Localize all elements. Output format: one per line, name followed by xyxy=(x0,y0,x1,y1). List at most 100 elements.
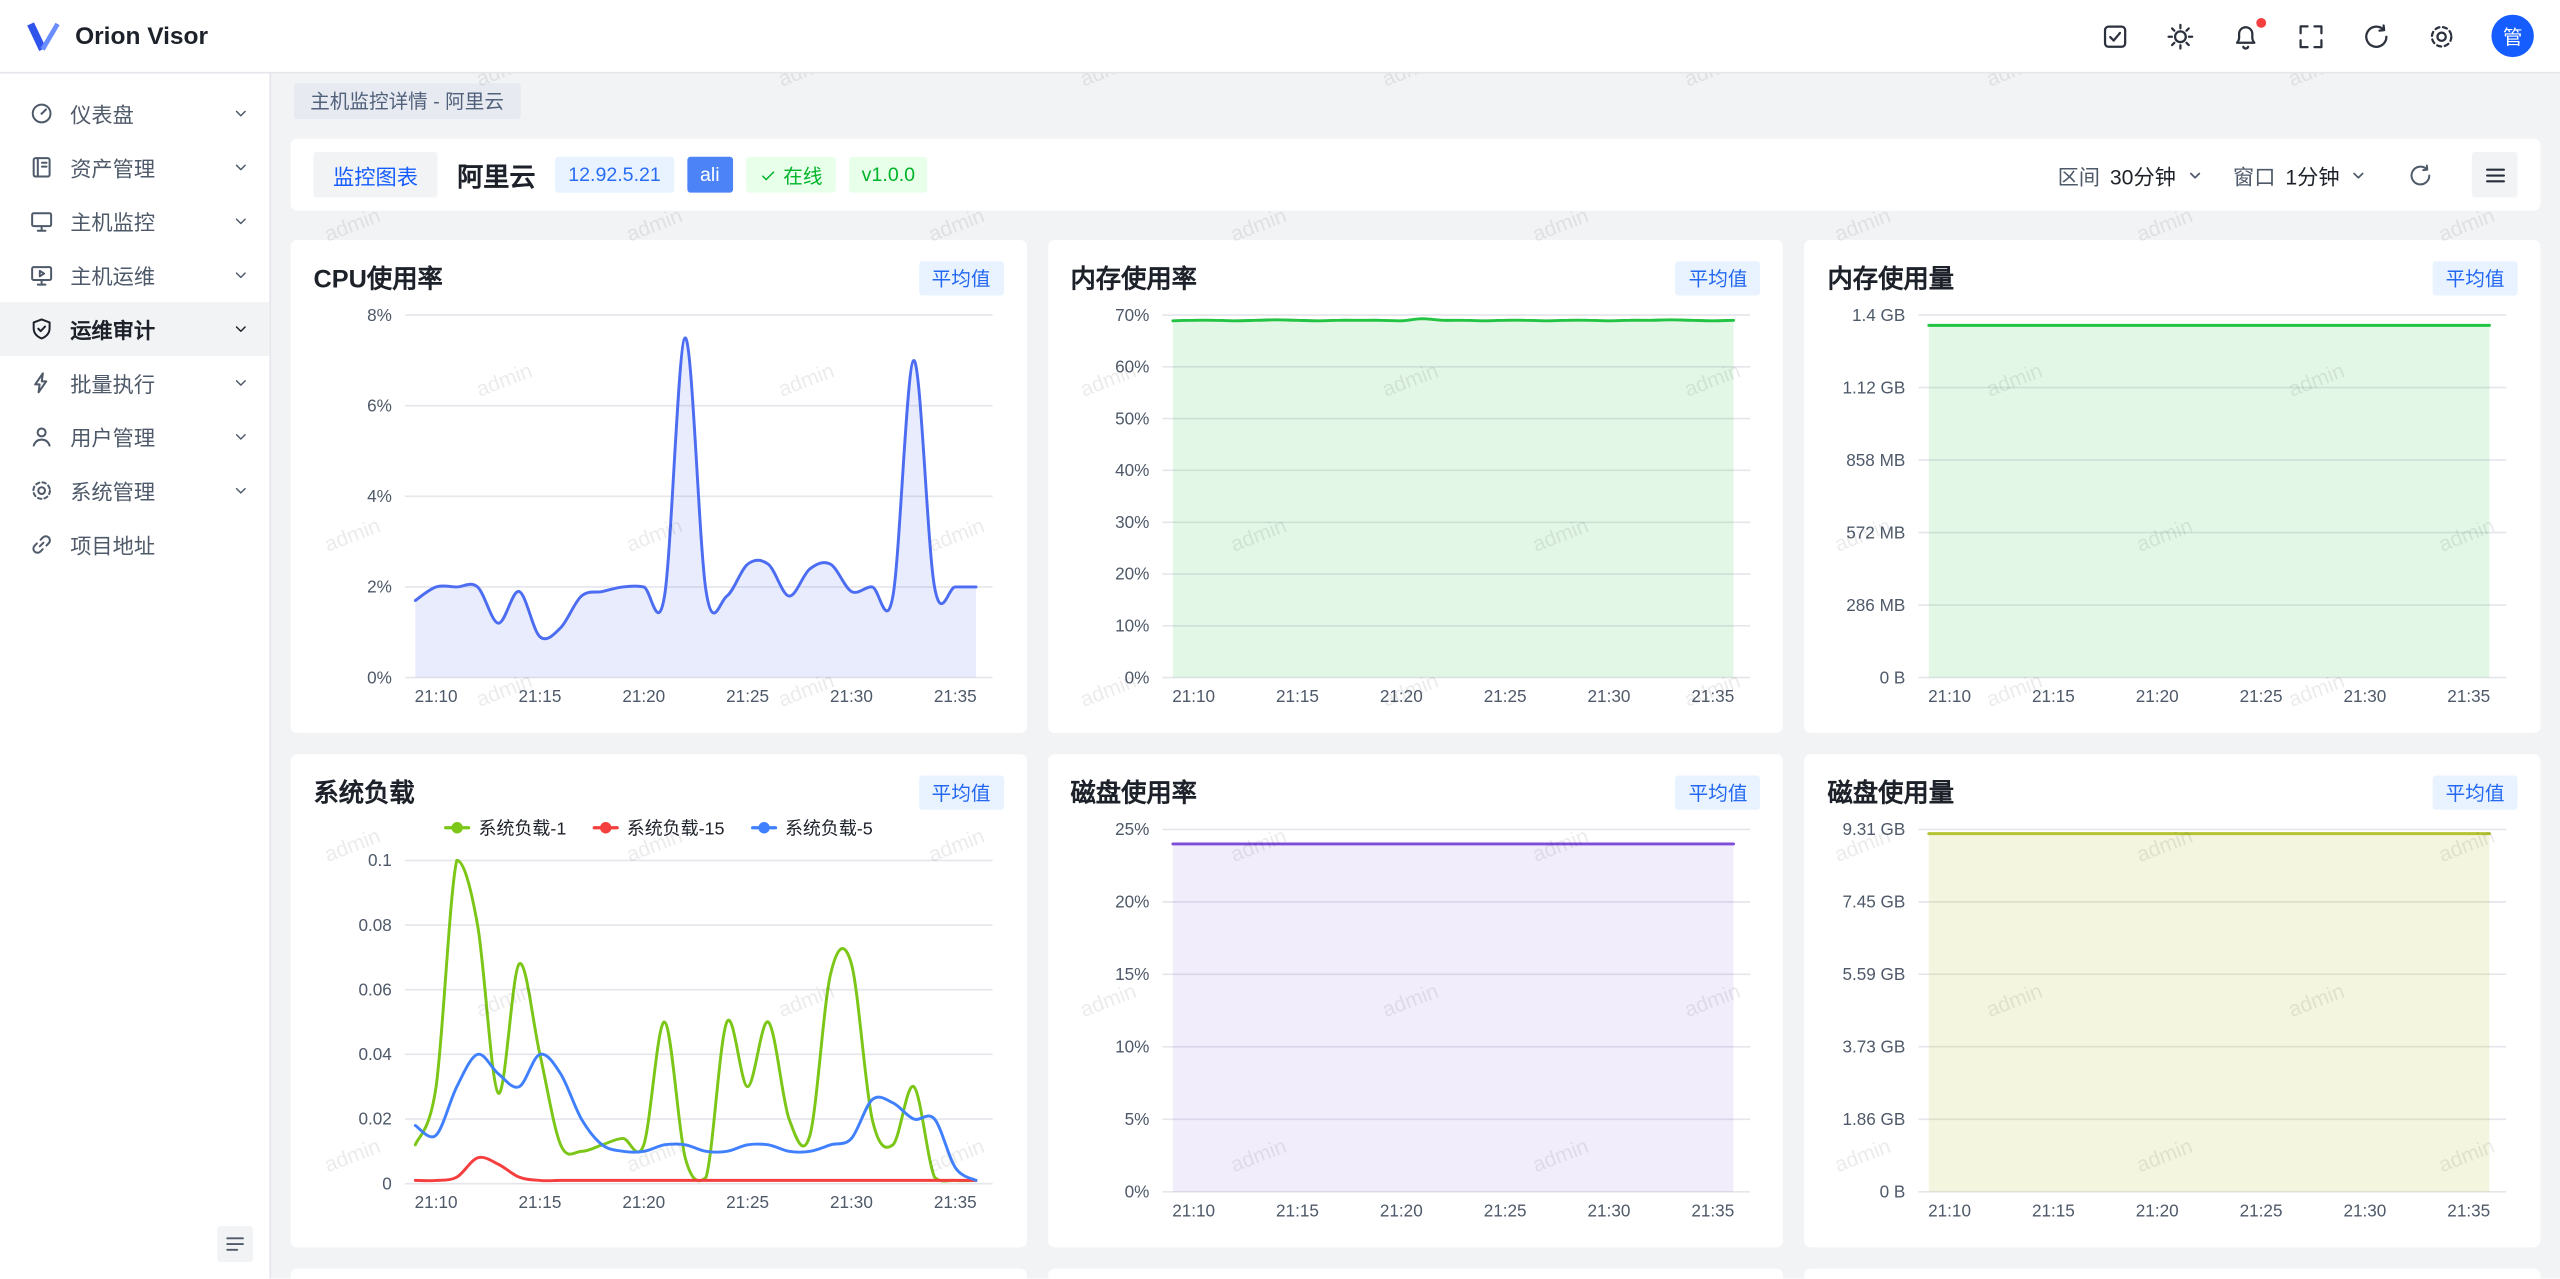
system-icon xyxy=(29,478,53,502)
svg-text:21:10: 21:10 xyxy=(1172,686,1215,706)
sidebar-item-2[interactable]: 资产管理 xyxy=(0,140,269,194)
sidebar-item-label: 主机监控 xyxy=(70,206,215,237)
sidebar-item-6[interactable]: 批量执行 xyxy=(0,356,269,410)
legend-item[interactable]: 系统负载-1 xyxy=(444,815,566,841)
sidebar-item-8[interactable]: 系统管理 xyxy=(0,464,269,518)
svg-text:21:35: 21:35 xyxy=(1691,686,1734,706)
svg-text:21:35: 21:35 xyxy=(934,1192,977,1212)
sidebar-item-9[interactable]: 项目地址 xyxy=(0,518,269,572)
svg-text:0.02: 0.02 xyxy=(358,1109,391,1129)
avg-value-badge[interactable]: 平均值 xyxy=(919,775,1004,809)
sidebar-item-label: 主机运维 xyxy=(70,260,215,291)
chart-head: 内存使用量平均值 xyxy=(1827,260,2517,296)
svg-text:0%: 0% xyxy=(1124,667,1149,687)
sidebar-item-label: 仪表盘 xyxy=(70,98,215,129)
avg-value-badge[interactable]: 平均值 xyxy=(2433,260,2518,294)
avg-value-badge[interactable]: 平均值 xyxy=(919,260,1004,294)
avg-value-badge[interactable]: 平均值 xyxy=(1676,775,1761,809)
svg-text:25%: 25% xyxy=(1115,819,1149,839)
dashboard-icon xyxy=(29,101,53,125)
svg-text:4%: 4% xyxy=(367,486,392,506)
svg-text:70%: 70% xyxy=(1115,305,1149,325)
brand[interactable]: Orion Visor xyxy=(26,18,208,54)
sidebar: 仪表盘资产管理主机监控主机运维运维审计批量执行用户管理系统管理项目地址 xyxy=(0,73,271,1279)
svg-text:21:35: 21:35 xyxy=(2448,1200,2491,1220)
sidebar-item-7[interactable]: 用户管理 xyxy=(0,410,269,464)
svg-text:21:10: 21:10 xyxy=(415,686,458,706)
legend-label: 系统负载-5 xyxy=(785,815,873,841)
svg-text:286 MB: 286 MB xyxy=(1847,595,1906,615)
svg-text:21:20: 21:20 xyxy=(1379,1200,1422,1220)
host-tag-3: 在线 xyxy=(746,157,836,193)
host-header-card: 监控图表 阿里云 12.92.5.21ali在线v1.0.0 区间 30分钟 窗… xyxy=(291,139,2541,211)
chart-title: 磁盘使用量 xyxy=(1827,774,1954,810)
sidebar-item-1[interactable]: 仪表盘 xyxy=(0,87,269,141)
orion-visor-logo-icon xyxy=(26,18,62,54)
svg-text:30%: 30% xyxy=(1115,512,1149,532)
chevron-down-icon xyxy=(232,374,250,392)
settings-gear-icon[interactable] xyxy=(2428,22,2456,50)
svg-text:21:10: 21:10 xyxy=(1929,1200,1972,1220)
avg-value-badge[interactable]: 平均值 xyxy=(1676,260,1761,294)
sidebar-item-3[interactable]: 主机监控 xyxy=(0,194,269,248)
topbar: Orion Visor 管 xyxy=(0,0,2560,73)
collapse-sidebar-button[interactable] xyxy=(217,1227,253,1263)
svg-text:0%: 0% xyxy=(1124,1182,1149,1202)
chart-head: 磁盘使用率平均值 xyxy=(1070,774,1760,810)
interval-value: 30分钟 xyxy=(2110,159,2176,190)
svg-text:21:10: 21:10 xyxy=(1172,1200,1215,1220)
charts-grid: CPU使用率平均值0%2%4%6%8%21:1021:1521:2021:252… xyxy=(291,240,2541,1279)
svg-text:858 MB: 858 MB xyxy=(1847,450,1906,470)
chevron-down-icon xyxy=(232,320,250,338)
refresh-charts-button[interactable] xyxy=(2397,152,2443,198)
interval-select[interactable]: 区间 30分钟 xyxy=(2058,159,2204,190)
interval-label: 区间 xyxy=(2058,159,2100,190)
avatar[interactable]: 管 xyxy=(2491,15,2533,57)
chart-head: 内存使用率 平均值 xyxy=(1070,260,1760,296)
reload-icon[interactable] xyxy=(2362,22,2390,50)
theme-toggle-icon[interactable] xyxy=(2167,22,2195,50)
host-name: 阿里云 xyxy=(457,155,535,194)
sidebar-item-label: 系统管理 xyxy=(70,475,215,506)
breadcrumb: 主机监控详情 - 阿里云 xyxy=(294,83,520,119)
host-header-right: 区间 30分钟 窗口 1分钟 xyxy=(2058,152,2518,198)
window-select[interactable]: 窗口 1分钟 xyxy=(2233,159,2367,190)
svg-text:21:15: 21:15 xyxy=(518,1192,561,1212)
svg-text:20%: 20% xyxy=(1115,892,1149,912)
sidebar-item-label: 运维审计 xyxy=(70,313,215,344)
chart-title: CPU使用率 xyxy=(313,260,442,296)
legend-label: 系统负载-15 xyxy=(627,815,725,841)
host-header-left: 监控图表 阿里云 12.92.5.21ali在线v1.0.0 xyxy=(313,152,928,198)
svg-text:0.06: 0.06 xyxy=(358,979,391,999)
sidebar-item-4[interactable]: 主机运维 xyxy=(0,248,269,302)
sidebar-item-label: 项目地址 xyxy=(70,529,250,560)
monitor-chart-button[interactable]: 监控图表 xyxy=(313,152,437,198)
fullscreen-icon[interactable] xyxy=(2297,22,2325,50)
tasks-icon[interactable] xyxy=(2101,22,2129,50)
legend-item[interactable]: 系统负载-15 xyxy=(592,815,724,841)
svg-text:9.31 GB: 9.31 GB xyxy=(1843,819,1906,839)
chart-head: 系统负载平均值 xyxy=(313,774,1003,810)
host-tags: 12.92.5.21ali在线v1.0.0 xyxy=(555,157,928,193)
chart-plot: 0%2%4%6%8%21:1021:1521:2021:2521:3021:35 xyxy=(313,296,1002,711)
avg-value-badge[interactable]: 平均值 xyxy=(2433,775,2518,809)
svg-text:572 MB: 572 MB xyxy=(1847,522,1906,542)
svg-text:21:30: 21:30 xyxy=(830,1192,873,1212)
legend-item[interactable]: 系统负载-5 xyxy=(751,815,873,841)
chart-title: 内存使用率 xyxy=(1070,260,1197,296)
chart-layout-button[interactable] xyxy=(2472,152,2518,198)
svg-text:0.1: 0.1 xyxy=(368,850,392,870)
chart-plot: 0%10%20%30%40%50%60%70%21:1021:1521:2021… xyxy=(1070,296,1759,711)
notifications-bell-icon[interactable] xyxy=(2232,22,2260,50)
svg-text:21:25: 21:25 xyxy=(2240,686,2283,706)
chevron-down-icon xyxy=(232,482,250,500)
sidebar-item-5[interactable]: 运维审计 xyxy=(0,302,269,356)
svg-text:1.86 GB: 1.86 GB xyxy=(1843,1109,1906,1129)
legend-marker-icon xyxy=(592,826,618,829)
svg-text:21:15: 21:15 xyxy=(518,686,561,706)
sidebar-item-label: 资产管理 xyxy=(70,152,215,183)
host-tag-1: 12.92.5.21 xyxy=(555,157,674,193)
app-title: Orion Visor xyxy=(75,22,208,50)
svg-text:0.08: 0.08 xyxy=(358,915,391,935)
sidebar-item-label: 批量执行 xyxy=(70,367,215,398)
